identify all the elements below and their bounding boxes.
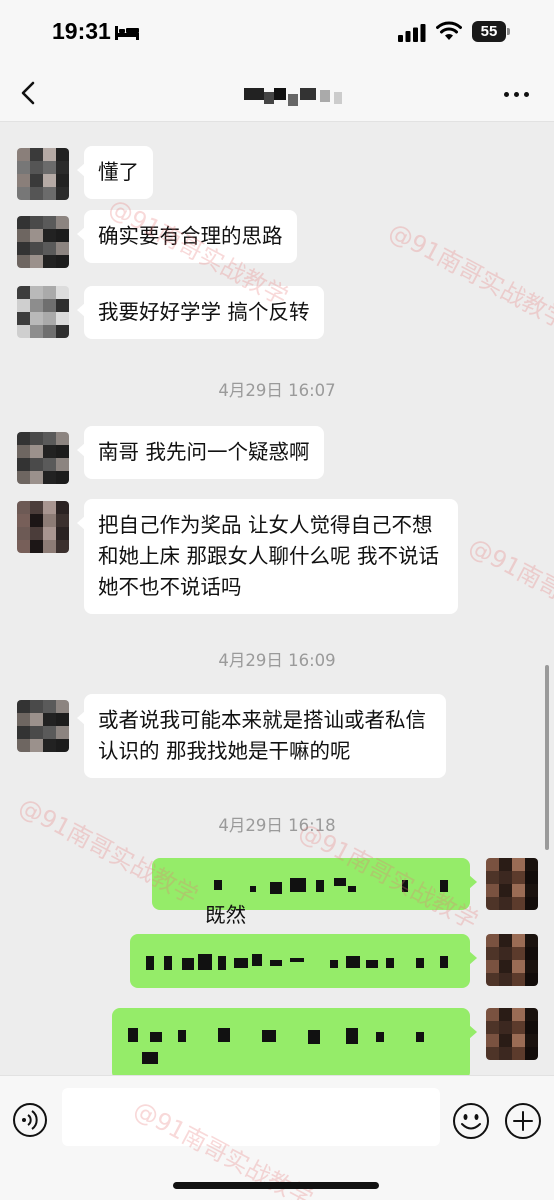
message-bubble[interactable]: 懂了 xyxy=(77,146,153,199)
back-icon[interactable] xyxy=(18,78,40,108)
my-message-text: 既然 xyxy=(205,903,247,927)
my-avatar[interactable] xyxy=(486,934,538,986)
battery-icon: 55 xyxy=(472,21,510,42)
message-list[interactable]: 懂了 确实要有合理的思路 我要好好学学 搞个反转 4月29日 16:07 南哥 … xyxy=(0,122,554,1075)
voice-icon[interactable] xyxy=(12,1102,48,1138)
avatar[interactable] xyxy=(17,148,69,200)
scrollbar[interactable] xyxy=(545,665,549,850)
my-avatar[interactable] xyxy=(486,1008,538,1060)
avatar[interactable] xyxy=(17,432,69,484)
signal-icon xyxy=(398,24,426,42)
wifi-icon xyxy=(436,21,462,40)
my-message-bubble[interactable]: 既然 xyxy=(152,858,477,927)
avatar[interactable] xyxy=(17,286,69,338)
timestamp: 4月29日 16:09 xyxy=(218,651,336,670)
emoji-icon[interactable] xyxy=(452,1102,490,1140)
avatar[interactable] xyxy=(17,700,69,752)
message-bubble[interactable]: 把自己作为奖品 让女人觉得自己不想和她上床 那跟女人聊什么呢 我不说话她不也不说… xyxy=(77,499,458,614)
timestamp: 4月29日 16:18 xyxy=(218,816,336,835)
more-icon[interactable] xyxy=(502,84,532,104)
status-time: 19:31 xyxy=(52,18,111,44)
message-bubble[interactable]: 南哥 我先问一个疑惑啊 xyxy=(77,426,324,479)
message-input[interactable] xyxy=(62,1088,440,1146)
home-indicator xyxy=(173,1182,379,1189)
my-message-bubble[interactable] xyxy=(112,1008,477,1075)
my-avatar[interactable] xyxy=(486,858,538,910)
bed-icon xyxy=(115,26,139,40)
status-bar: 19:31 55 xyxy=(0,0,554,66)
timestamp: 4月29日 16:07 xyxy=(218,381,336,400)
nav-bar xyxy=(0,66,554,122)
message-bubble[interactable]: 我要好好学学 搞个反转 xyxy=(77,286,324,339)
my-message-bubble[interactable] xyxy=(130,934,477,988)
message-bubble[interactable]: 确实要有合理的思路 xyxy=(77,210,297,263)
watermark: @91南哥实战教学 xyxy=(384,217,554,336)
chat-title-redacted xyxy=(240,88,350,106)
avatar[interactable] xyxy=(17,501,69,553)
avatar[interactable] xyxy=(17,216,69,268)
battery-level: 55 xyxy=(480,23,498,40)
watermark: @91南哥实战教学 xyxy=(464,532,554,651)
message-bubble[interactable]: 或者说我可能本来就是搭讪或者私信认识的 那我找她是干嘛的呢 xyxy=(77,694,446,778)
plus-icon[interactable] xyxy=(504,1102,542,1140)
